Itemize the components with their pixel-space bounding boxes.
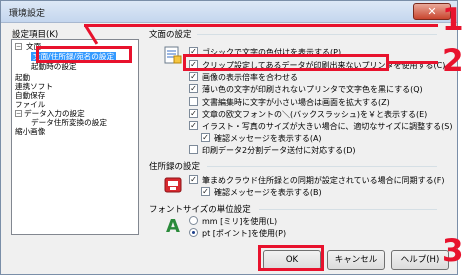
option-zoom-small-text: 文書編集時に文字が小さい場合は画面を拡大する(Z): [202, 98, 390, 107]
tree-item-autosave[interactable]: 自動保存: [15, 91, 45, 100]
option-pt: pt [ポイント]を使用(P): [202, 229, 287, 238]
radio-pt[interactable]: [189, 228, 198, 237]
collapse-icon[interactable]: −: [15, 110, 22, 117]
option-confirm-message-b: 確認メッセージを表示する(B): [214, 188, 322, 197]
option-backslash-yen: 文章の欧文フォントの＼(バックスラッシュ)を￥と表示する(E): [202, 110, 428, 119]
tree-item-file[interactable]: ファイル: [15, 100, 45, 109]
checkbox-resize-illustration[interactable]: ✓: [189, 121, 198, 130]
cancel-button[interactable]: キャンセル: [327, 250, 385, 270]
option-print-split: 印刷データ2分割データ送付に対応する(D): [202, 146, 356, 155]
callout-line-2: [389, 61, 438, 64]
highlight-box-3: [258, 245, 324, 271]
radio-mm[interactable]: [189, 216, 198, 225]
tree-item-thumbnail[interactable]: 縮小画像: [15, 127, 45, 136]
section-title-jushoroku: 住所録の設定: [149, 162, 201, 172]
address-book-icon: [163, 175, 183, 195]
tree-item-data-input[interactable]: データ入力の設定: [24, 109, 85, 118]
checkbox-backslash-yen[interactable]: ✓: [189, 109, 198, 118]
tree-item-startup-settings[interactable]: 起動時の設定: [31, 62, 77, 71]
section-title-bunmen: 文面の設定: [149, 30, 192, 40]
window-title: 環境設定: [9, 9, 46, 19]
tree-item-linked-software[interactable]: 連携ソフト: [15, 82, 53, 91]
svg-text:A: A: [166, 216, 180, 235]
tree-item-data-address-convert[interactable]: データ住所変換の設定: [31, 118, 107, 127]
checkbox-print-split[interactable]: [189, 145, 198, 154]
divider: [259, 209, 437, 210]
font-size-icon: A: [163, 215, 183, 237]
option-confirm-message-a: 確認メッセージを表示する(A): [214, 134, 322, 143]
option-mm: mm [ミリ]を使用(L): [202, 217, 278, 226]
section-title-font: フォントサイズの単位設定: [149, 205, 251, 215]
callout-line-1-horizontal: [84, 24, 438, 27]
divider: [197, 34, 437, 35]
document-settings-icon: [163, 45, 183, 65]
settings-tree[interactable]: − 文面 文面/住所録/宛名の設定 起動時の設定 起動 連携ソフト 自動保存 フ…: [11, 39, 139, 235]
settings-dialog: 環境設定 ✕ 設定項目(K) − 文面 文面/住所録/宛名の設定 起動時の設定 …: [0, 0, 458, 275]
tree-item-startup[interactable]: 起動: [15, 73, 30, 82]
checkbox-image-scale[interactable]: ✓: [189, 72, 198, 81]
help-button[interactable]: ヘルプ(H): [391, 250, 449, 270]
option-light-color-black: 薄い色の文字が印刷されないプリンタで文字色を黒にする(Q): [202, 85, 423, 94]
option-resize-illustration: イラスト・写真のサイズが大きい場合に、適切なサイズに調整する(S): [202, 122, 453, 131]
title-bar: 環境設定 ✕: [1, 1, 457, 23]
highlight-box-1: [36, 46, 132, 63]
callout-number-2: 2: [442, 43, 464, 79]
checkbox-cloud-sync[interactable]: ✓: [189, 175, 198, 184]
callout-number-3: 3: [442, 233, 464, 269]
divider: [207, 166, 437, 167]
collapse-icon[interactable]: −: [15, 43, 22, 50]
checkbox-light-color-black[interactable]: ✓: [189, 84, 198, 93]
highlight-box-2: [183, 54, 389, 71]
callout-number-1: 1: [442, 2, 464, 38]
checkbox-zoom-small-text[interactable]: [189, 97, 198, 106]
option-cloud-sync: 筆まめクラウド住所録との同期が設定されている場合に同期する(F): [202, 176, 445, 185]
checkbox-confirm-message-a[interactable]: ✓: [201, 133, 210, 142]
checkbox-confirm-message-b[interactable]: ✓: [201, 187, 210, 196]
option-image-scale: 画像の表示倍率を合わせる: [202, 73, 298, 82]
